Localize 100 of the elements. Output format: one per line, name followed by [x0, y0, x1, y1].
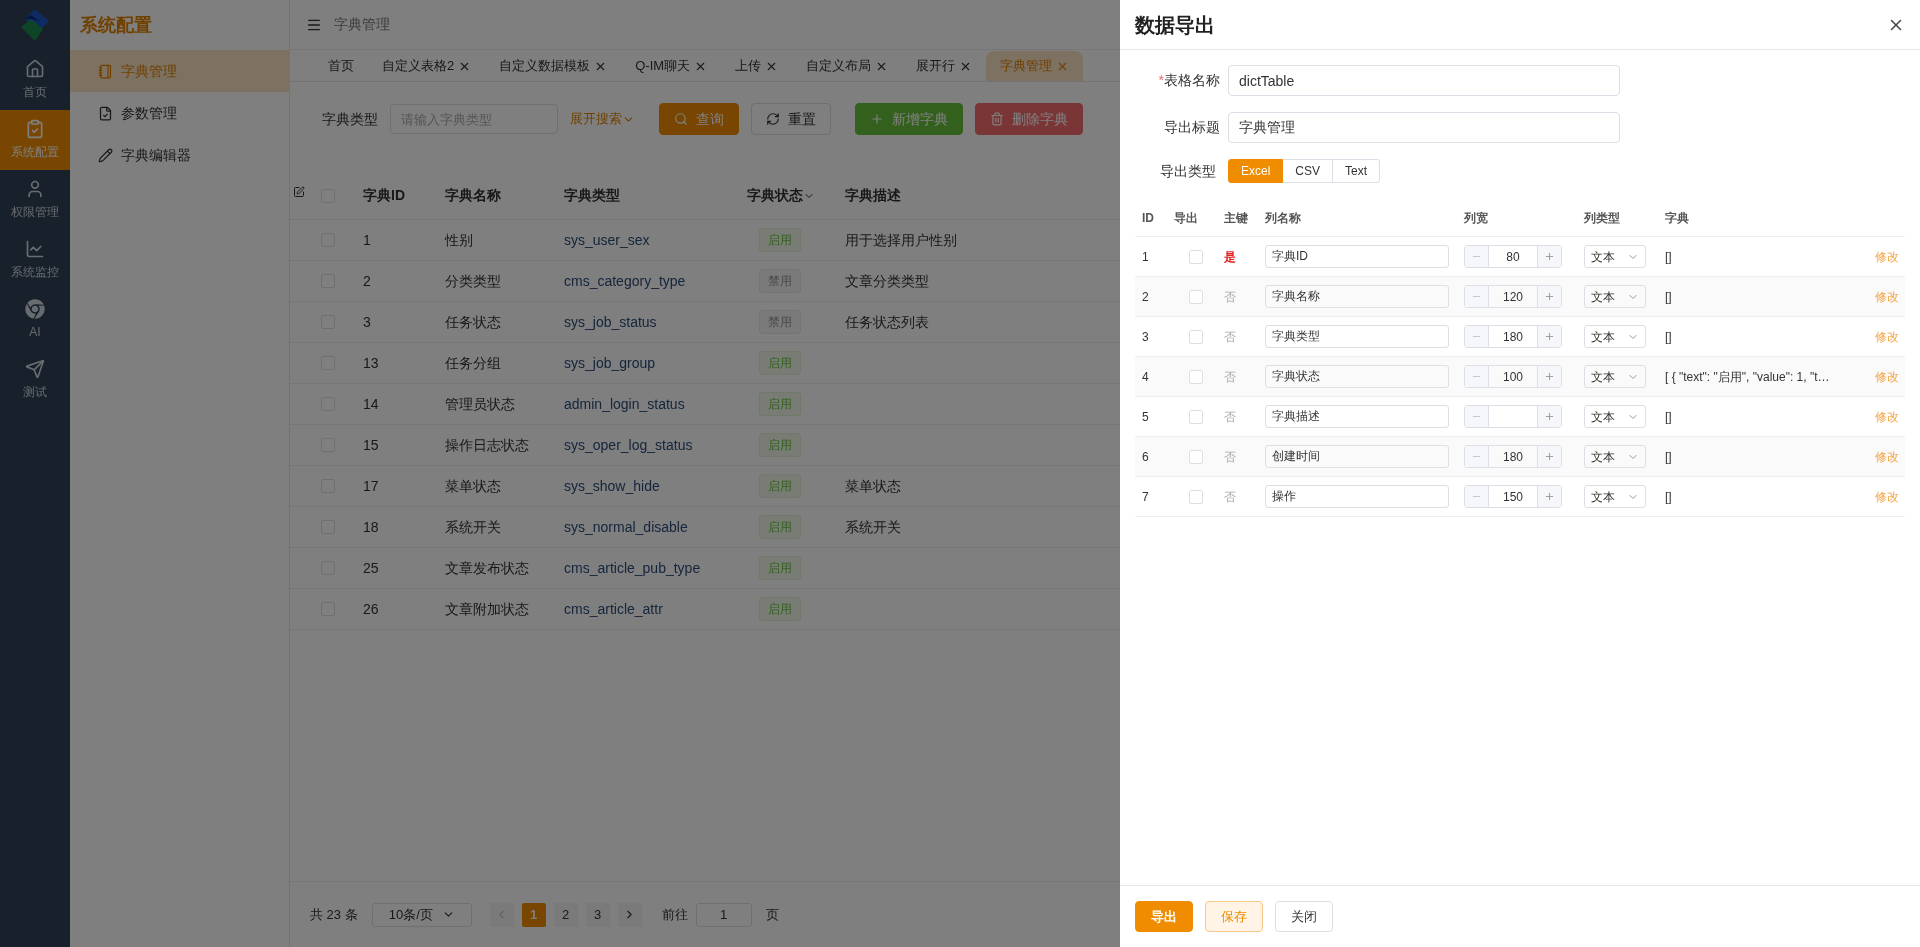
edit-columns-icon[interactable]	[293, 186, 305, 198]
column-type-select[interactable]: 文本	[1584, 405, 1646, 428]
export-checkbox[interactable]	[1189, 289, 1203, 304]
home-icon	[25, 59, 45, 79]
table-cell-text: 任务分组	[445, 353, 502, 373]
footer-button[interactable]: 导出	[1135, 901, 1193, 932]
browser-icon	[25, 299, 45, 319]
rail-item[interactable]: 系统监控	[0, 230, 70, 290]
width-stepper[interactable]: 80	[1464, 245, 1562, 268]
column-type-select[interactable]: 文本	[1584, 485, 1646, 508]
breadcrumb[interactable]: 字典管理	[334, 14, 390, 35]
column-type-select[interactable]: 文本	[1584, 365, 1646, 388]
plus-icon[interactable]	[1544, 411, 1555, 422]
column-header: 字典名称	[445, 186, 502, 205]
dict-type-link[interactable]: sys_job_status	[564, 311, 747, 333]
width-stepper[interactable]: 180	[1464, 445, 1562, 468]
plus-icon[interactable]	[1544, 291, 1555, 302]
column-type-select[interactable]: 文本	[1584, 445, 1646, 468]
total-count: 共 23 条	[310, 905, 358, 924]
page-tab[interactable]: 自定义布局	[792, 51, 903, 81]
page-button[interactable]: 3	[585, 902, 610, 927]
table-cell-text: 系统开关	[845, 517, 902, 537]
plus-icon[interactable]	[1544, 491, 1555, 502]
dict-type-link[interactable]: cms_article_pub_type	[564, 557, 747, 579]
table-cell-text: 1	[362, 230, 372, 250]
column-name-field[interactable]: 操作	[1265, 485, 1449, 508]
toolbar-button[interactable]: 重置	[751, 103, 831, 135]
goto-page-input[interactable]: 1	[695, 902, 752, 927]
export-checkbox[interactable]	[1189, 489, 1203, 504]
next-page-button[interactable]	[617, 902, 642, 927]
submenu-item[interactable]: 参数管理	[70, 92, 289, 134]
width-stepper[interactable]: 150	[1464, 485, 1562, 508]
footer-button[interactable]: 保存	[1205, 901, 1263, 932]
page-size-select[interactable]: 10条/页	[371, 902, 472, 927]
table-cell-text: 3	[1141, 328, 1150, 346]
refresh-icon	[766, 112, 780, 126]
dict-type-link[interactable]: sys_show_hide	[564, 475, 747, 497]
text-field[interactable]: 字典管理	[1228, 112, 1620, 143]
export-checkbox[interactable]	[1189, 369, 1203, 384]
page-tab[interactable]: 展开行	[902, 51, 987, 81]
width-stepper[interactable]: 180	[1464, 325, 1562, 348]
column-type-select[interactable]: 文本	[1584, 245, 1646, 268]
column-name-field[interactable]: 创建时间	[1265, 445, 1449, 468]
dict-type-link[interactable]: cms_category_type	[564, 270, 747, 292]
width-stepper[interactable]: 120	[1464, 285, 1562, 308]
column-type-select[interactable]: 文本	[1584, 285, 1646, 308]
column-header: 字典状态	[747, 185, 845, 206]
export-type-option[interactable]: Excel	[1228, 159, 1284, 183]
table-cell-text: 26	[362, 599, 380, 619]
search-icon	[674, 112, 688, 126]
page-tab[interactable]: 首页	[314, 51, 368, 81]
dict-type-link[interactable]: sys_user_sex	[564, 229, 747, 251]
toolbar-button[interactable]: 删除字典	[975, 103, 1083, 135]
text-field[interactable]: dictTable	[1228, 65, 1620, 96]
page-tab[interactable]: 自定义表格2	[368, 51, 486, 81]
plus-icon[interactable]	[1544, 451, 1555, 462]
dict-type-link[interactable]: sys_job_group	[564, 352, 747, 374]
rail-item[interactable]: AI	[0, 290, 70, 350]
column-name-field[interactable]: 字典描述	[1265, 405, 1449, 428]
table-cell-text: 4	[1141, 368, 1150, 386]
export-checkbox[interactable]	[1189, 409, 1203, 424]
export-checkbox[interactable]	[1189, 249, 1203, 264]
width-stepper[interactable]: 100	[1464, 365, 1562, 388]
export-checkbox[interactable]	[1189, 449, 1203, 464]
prev-page-button[interactable]	[489, 902, 514, 927]
dict-type-link[interactable]: sys_oper_log_status	[564, 434, 747, 456]
page-tab[interactable]: 自定义数据模板	[485, 51, 622, 81]
notebook-icon	[98, 63, 113, 79]
rail-item[interactable]: 首页	[0, 50, 70, 110]
table-cell-text: 菜单状态	[445, 476, 502, 496]
column-header: 导出	[1174, 209, 1199, 227]
plus-icon[interactable]	[1544, 251, 1555, 262]
plus-icon[interactable]	[1544, 331, 1555, 342]
export-checkbox[interactable]	[1189, 329, 1203, 344]
dict-type-link[interactable]: sys_normal_disable	[564, 516, 747, 538]
column-name-field[interactable]: 字典类型	[1265, 325, 1449, 348]
dict-type-link[interactable]: admin_login_status	[564, 393, 747, 415]
expand-search-link[interactable]: 展开搜索	[570, 109, 635, 129]
column-header: 列名称	[1265, 209, 1302, 227]
footer-button[interactable]: 关闭	[1275, 901, 1333, 932]
column-name-field[interactable]: 字典ID	[1265, 245, 1449, 268]
export-type-option[interactable]: Text	[1333, 159, 1381, 183]
status-tag: 启用	[759, 228, 801, 252]
status-tag: 启用	[759, 433, 801, 457]
column-name-field[interactable]: 字典状态	[1265, 365, 1449, 388]
rail-item[interactable]: 测试	[0, 350, 70, 410]
submenu-item[interactable]: 字典编辑器	[70, 134, 289, 176]
export-type-option[interactable]: CSV	[1283, 159, 1334, 183]
rail-item[interactable]: 权限管理	[0, 170, 70, 230]
plus-icon[interactable]	[1544, 371, 1555, 382]
page-tab[interactable]: Q-IM聊天	[621, 51, 722, 81]
column-name-field[interactable]: 字典名称	[1265, 285, 1449, 308]
dict-type-link[interactable]: cms_article_attr	[564, 598, 747, 620]
width-stepper[interactable]	[1464, 405, 1562, 428]
table-cell-text: 文章分类类型	[845, 271, 930, 291]
status-tag: 启用	[759, 515, 801, 539]
page-button[interactable]: 2	[553, 902, 578, 927]
dict-value: [ { "text": "启用", "value": 1, "t…	[1665, 368, 1831, 386]
page-tab[interactable]: 上传	[721, 51, 793, 81]
column-type-select[interactable]: 文本	[1584, 325, 1646, 348]
